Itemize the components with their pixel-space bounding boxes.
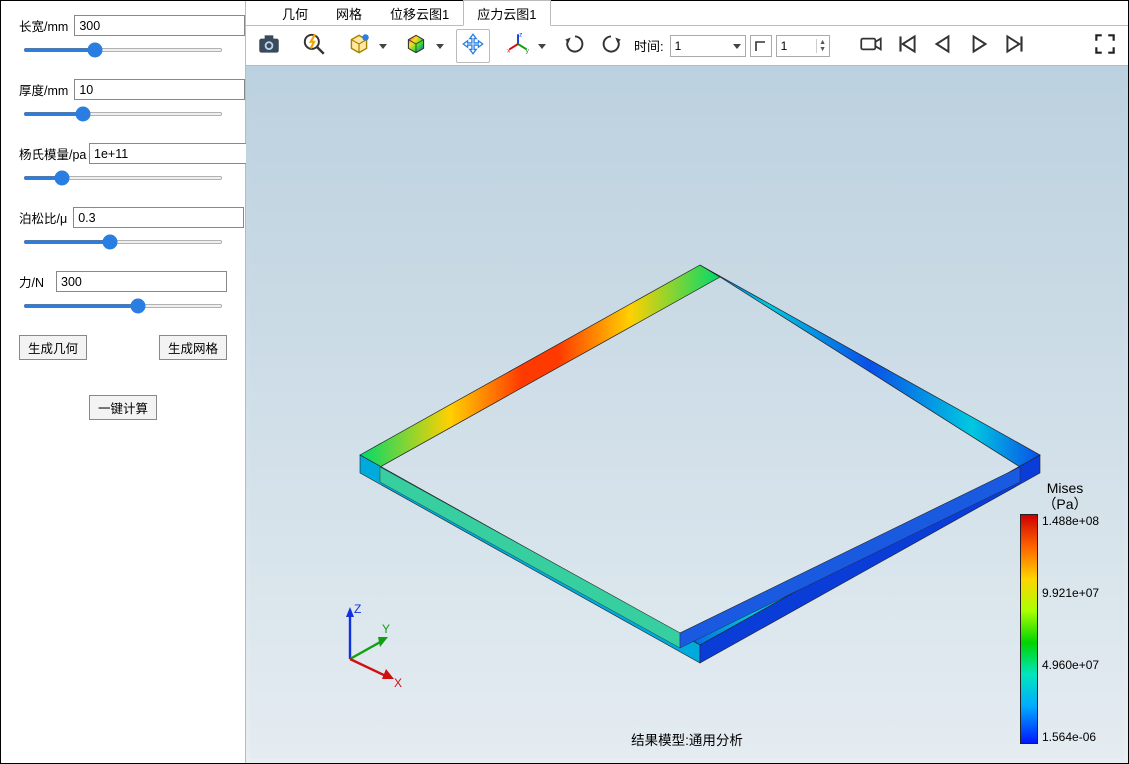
generate-mesh-button[interactable]: 生成网格 bbox=[159, 335, 227, 360]
zoom-extents-button[interactable] bbox=[297, 29, 331, 63]
model-caption: 结果模型:通用分析 bbox=[631, 729, 743, 749]
youngs-label: 杨氏模量/pa bbox=[19, 144, 83, 163]
time-label: 时间: bbox=[634, 36, 664, 55]
step-down[interactable]: ▼ bbox=[817, 46, 829, 53]
step-up[interactable]: ▲ bbox=[817, 39, 829, 46]
view-orientation-button[interactable]: zyx bbox=[501, 29, 535, 63]
force-label: 力/N bbox=[19, 272, 50, 291]
pan-button[interactable] bbox=[456, 29, 490, 63]
thickness-input[interactable] bbox=[74, 79, 245, 100]
generate-geometry-button[interactable]: 生成几何 bbox=[19, 335, 87, 360]
step-forward-button[interactable] bbox=[998, 29, 1032, 63]
toolbar: zyx 时间: 1 bbox=[246, 25, 1128, 66]
legend-tick-min: 1.564e-06 bbox=[1042, 730, 1099, 744]
go-to-end-button[interactable] bbox=[750, 35, 772, 57]
length-label: 长宽/mm bbox=[19, 16, 68, 35]
force-slider[interactable] bbox=[23, 304, 223, 308]
tab-geometry[interactable]: 几何 bbox=[268, 0, 322, 25]
xyz-axes-icon: zyx bbox=[505, 31, 531, 60]
legend-title: Mises bbox=[1047, 480, 1084, 496]
svg-text:Z: Z bbox=[354, 602, 361, 616]
cube-transparent-icon bbox=[346, 31, 372, 60]
scene-light-button[interactable] bbox=[399, 29, 433, 63]
record-button[interactable] bbox=[854, 29, 888, 63]
tab-stress[interactable]: 应力云图1 bbox=[463, 0, 550, 26]
svg-text:X: X bbox=[394, 676, 402, 689]
compute-button[interactable]: 一键计算 bbox=[89, 395, 157, 420]
camera-icon bbox=[256, 31, 282, 60]
tab-displacement[interactable]: 位移云图1 bbox=[376, 0, 463, 25]
step-back-button[interactable] bbox=[926, 29, 960, 63]
transparency-button[interactable] bbox=[342, 29, 376, 63]
go-first-button[interactable] bbox=[890, 29, 924, 63]
skip-last-icon bbox=[1002, 31, 1028, 60]
legend-tick-max: 1.488e+08 bbox=[1042, 514, 1099, 528]
poisson-slider[interactable] bbox=[23, 240, 223, 244]
legend-unit: （Pa） bbox=[1042, 496, 1087, 512]
youngs-input[interactable] bbox=[89, 143, 260, 164]
legend-bar bbox=[1020, 514, 1038, 744]
skip-first-icon bbox=[894, 31, 920, 60]
svg-text:y: y bbox=[526, 48, 530, 55]
video-camera-icon bbox=[858, 31, 884, 60]
magnifier-lightning-icon bbox=[301, 31, 327, 60]
axis-triad: Z Y X bbox=[320, 599, 410, 689]
scene-light-dropdown[interactable] bbox=[435, 42, 445, 50]
rotate-ccw-icon bbox=[598, 31, 624, 60]
move-arrows-icon bbox=[460, 31, 486, 60]
rotate-cw-button[interactable] bbox=[558, 29, 592, 63]
result-model bbox=[320, 210, 1060, 670]
legend-tick-2: 9.921e+07 bbox=[1042, 586, 1099, 600]
rainbow-cube-icon bbox=[403, 31, 429, 60]
tab-bar: 几何 网格 位移云图1 应力云图1 bbox=[246, 1, 1128, 25]
view-orientation-dropdown[interactable] bbox=[537, 42, 547, 50]
fullscreen-icon bbox=[1092, 31, 1118, 60]
length-slider[interactable] bbox=[23, 48, 223, 52]
thickness-label: 厚度/mm bbox=[19, 80, 68, 99]
svg-text:z: z bbox=[519, 31, 522, 38]
rotate-ccw-button[interactable] bbox=[594, 29, 628, 63]
poisson-input[interactable] bbox=[73, 207, 244, 228]
legend-tick-1: 4.960e+07 bbox=[1042, 658, 1099, 672]
time-combo[interactable]: 1 bbox=[670, 35, 746, 57]
tab-mesh[interactable]: 网格 bbox=[322, 0, 376, 25]
rotate-cw-icon bbox=[562, 31, 588, 60]
play-icon bbox=[966, 31, 992, 60]
step-value: 1 bbox=[777, 39, 816, 53]
step-back-icon bbox=[930, 31, 956, 60]
step-spinbox[interactable]: 1 ▲▼ bbox=[776, 35, 830, 57]
snapshot-button[interactable] bbox=[252, 29, 286, 63]
fullscreen-button[interactable] bbox=[1088, 29, 1122, 63]
time-combo-value: 1 bbox=[675, 39, 682, 53]
length-input[interactable] bbox=[74, 15, 245, 36]
force-input[interactable] bbox=[56, 271, 227, 292]
viewport[interactable]: Z Y X Mises （Pa） 1.488e+08 9.921e+07 bbox=[246, 66, 1128, 763]
youngs-slider[interactable] bbox=[23, 176, 223, 180]
svg-text:Y: Y bbox=[382, 622, 390, 636]
poisson-label: 泊松比/μ bbox=[19, 208, 67, 227]
thickness-slider[interactable] bbox=[23, 112, 223, 116]
play-button[interactable] bbox=[962, 29, 996, 63]
color-legend: Mises （Pa） 1.488e+08 9.921e+07 4.960e+07… bbox=[1020, 480, 1110, 744]
transparency-dropdown[interactable] bbox=[378, 42, 388, 50]
